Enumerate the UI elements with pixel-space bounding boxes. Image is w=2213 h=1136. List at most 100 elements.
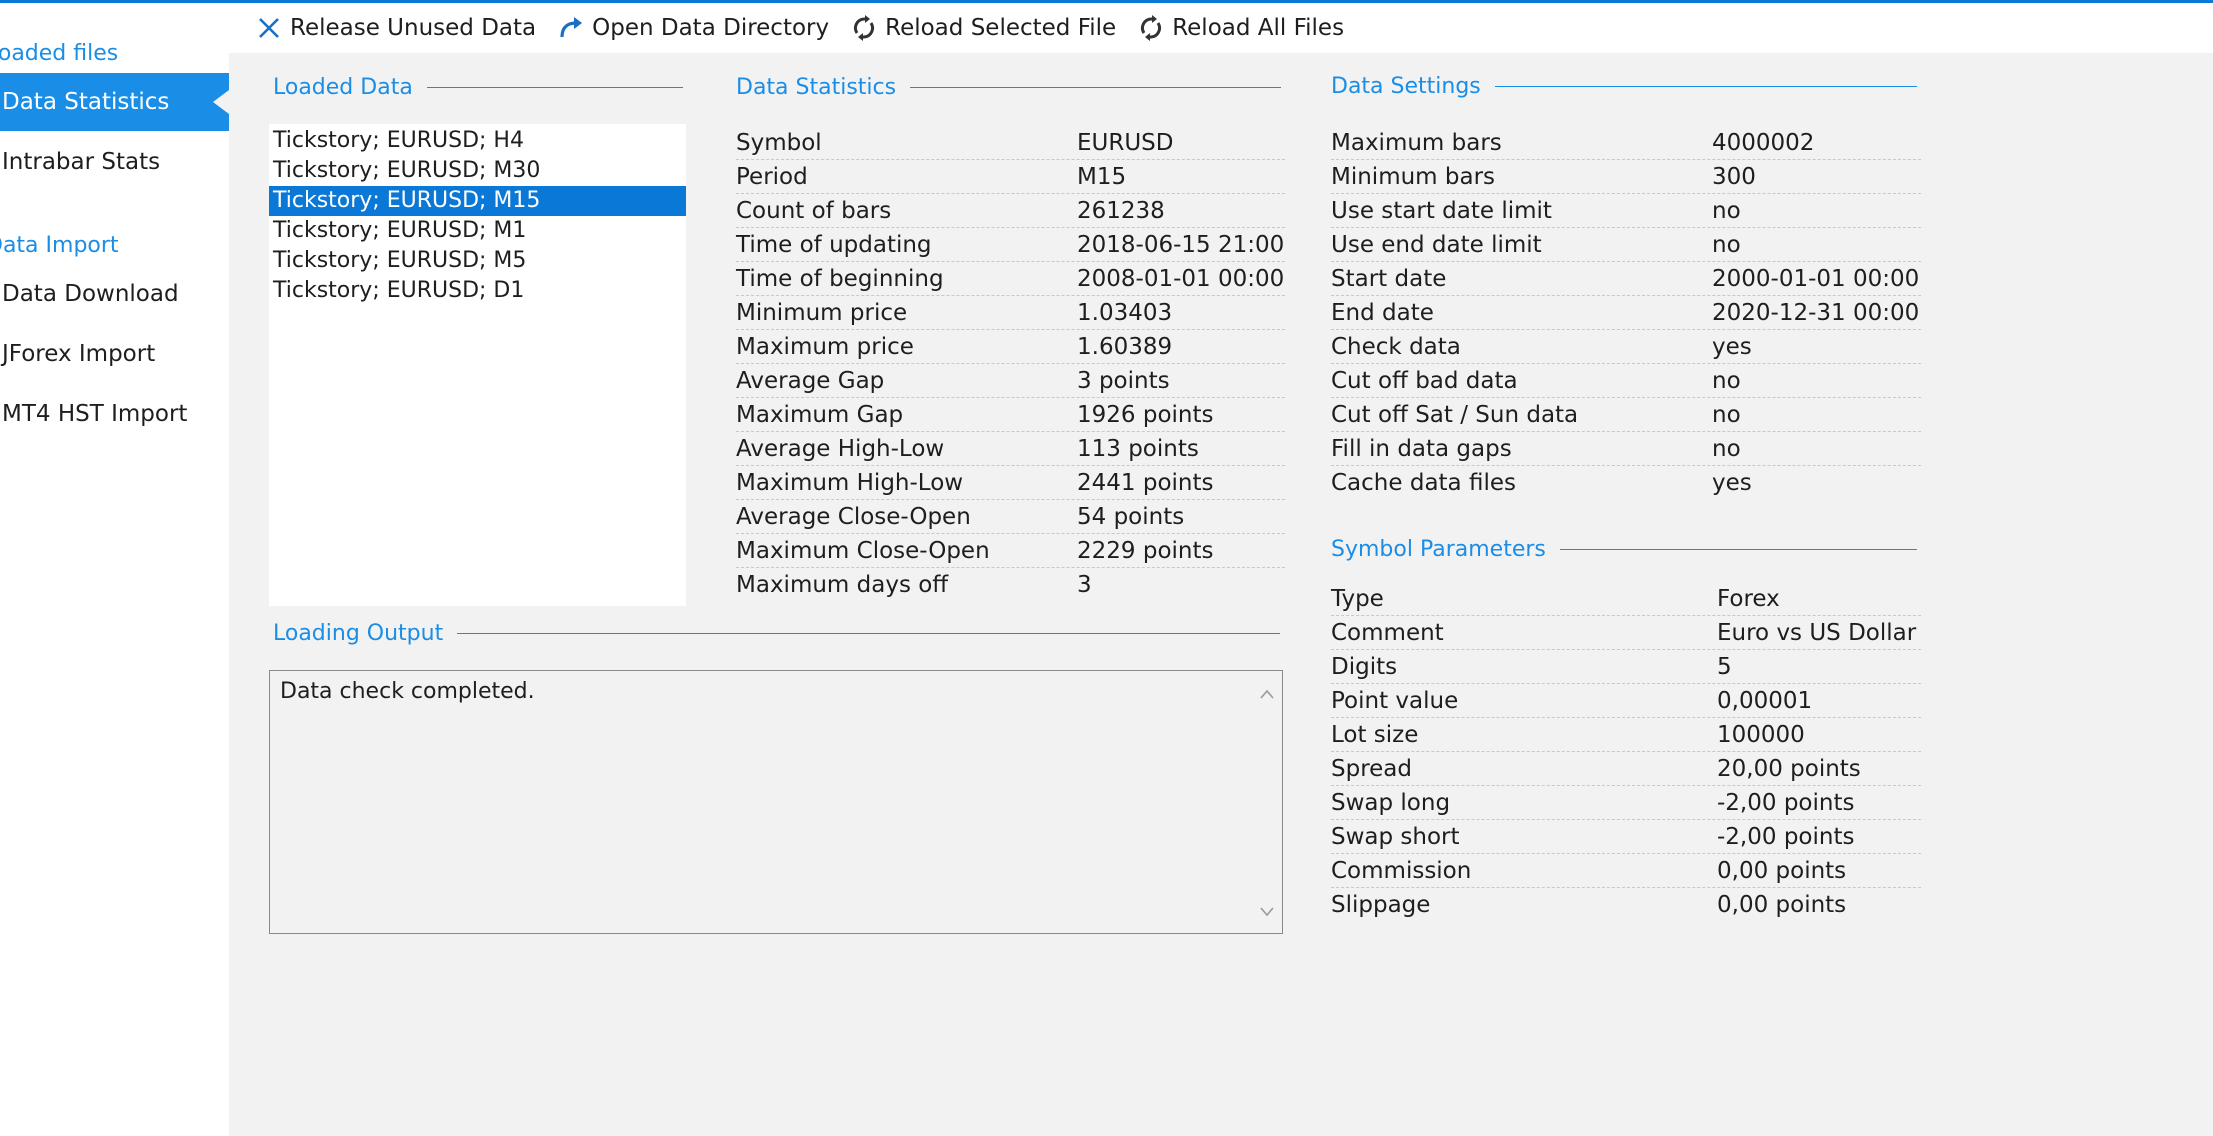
reload-all-files-label: Reload All Files — [1172, 15, 1345, 41]
row-value: 20,00 points — [1717, 756, 1861, 782]
table-row: Digits 5 — [1331, 650, 1921, 684]
table-row: Spread 20,00 points — [1331, 752, 1921, 786]
row-key: Point value — [1331, 688, 1459, 714]
table-row: Maximum price 1.60389 — [736, 330, 1285, 364]
row-key: Comment — [1331, 620, 1444, 646]
row-key: Maximum bars — [1331, 130, 1502, 156]
loading-output-text: Data check completed. — [280, 679, 535, 704]
table-row: Check data yes — [1331, 330, 1921, 364]
row-key: Cache data files — [1331, 470, 1516, 496]
table-row: Average Gap 3 points — [736, 364, 1285, 398]
row-value: no — [1712, 368, 1741, 394]
row-value: 100000 — [1717, 722, 1805, 748]
symbol-parameters-table: Type Forex Comment Euro vs US Dollar Digits 5… — [1331, 582, 1921, 922]
row-key: Type — [1331, 586, 1384, 612]
list-item[interactable]: Tickstory; EURUSD; D1 — [269, 276, 686, 306]
table-row: Maximum days off 3 — [736, 568, 1285, 602]
row-key: Commission — [1331, 858, 1472, 884]
row-value: no — [1712, 232, 1741, 258]
row-key: Average High-Low — [736, 436, 945, 462]
row-key: Cut off Sat / Sun data — [1331, 402, 1579, 428]
table-row: Swap long -2,00 points — [1331, 786, 1921, 820]
table-row: Time of beginning 2008-01-01 00:00 — [736, 262, 1285, 296]
row-value: M15 — [1077, 164, 1127, 190]
scroll-up-icon[interactable] — [1252, 679, 1282, 709]
table-row: Commission 0,00 points — [1331, 854, 1921, 888]
table-row: Average Close-Open 54 points — [736, 500, 1285, 534]
sidebar-item-data-statistics[interactable]: Data Statistics — [0, 73, 229, 131]
table-row: Lot size 100000 — [1331, 718, 1921, 752]
data-statistics-title: Data Statistics — [736, 75, 897, 100]
table-row: Maximum Gap 1926 points — [736, 398, 1285, 432]
row-value: 4000002 — [1712, 130, 1815, 156]
list-item[interactable]: Tickstory; EURUSD; M1 — [269, 216, 686, 246]
list-item[interactable]: Tickstory; EURUSD; H4 — [269, 126, 686, 156]
reload-selected-file-button[interactable]: Reload Selected File — [849, 13, 1116, 43]
sidebar-item-data-download[interactable]: Data Download — [0, 265, 229, 323]
table-row: Start date 2000-01-01 00:00 — [1331, 262, 1921, 296]
row-key: Average Close-Open — [736, 504, 971, 530]
row-key: Check data — [1331, 334, 1461, 360]
scroll-down-icon[interactable] — [1252, 897, 1282, 927]
row-value: no — [1712, 402, 1741, 428]
row-key: Start date — [1331, 266, 1447, 292]
row-value: 300 — [1712, 164, 1756, 190]
row-key: Maximum price — [736, 334, 914, 360]
table-row: Fill in data gaps no — [1331, 432, 1921, 466]
row-key: Lot size — [1331, 722, 1419, 748]
row-value: 1.03403 — [1077, 300, 1173, 326]
row-value: no — [1712, 198, 1741, 224]
row-value: 261238 — [1077, 198, 1165, 224]
row-value: Euro vs US Dollar — [1717, 620, 1917, 646]
reload-selected-file-label: Reload Selected File — [885, 15, 1117, 41]
output-scrollbar[interactable] — [1252, 671, 1282, 933]
table-row: Type Forex — [1331, 582, 1921, 616]
row-key: Period — [736, 164, 808, 190]
open-data-directory-label: Open Data Directory — [592, 15, 830, 41]
loaded-data-list[interactable]: Tickstory; EURUSD; H4 Tickstory; EURUSD;… — [269, 124, 686, 606]
row-key: Maximum days off — [736, 572, 949, 598]
row-key: Symbol — [736, 130, 822, 156]
section-divider — [1494, 86, 1917, 87]
row-key: Swap long — [1331, 790, 1451, 816]
sidebar-item-intrabar-stats[interactable]: Intrabar Stats — [0, 133, 229, 191]
row-value: 2441 points — [1077, 470, 1214, 496]
table-row: Symbol EURUSD — [736, 126, 1285, 160]
section-divider — [910, 87, 1281, 88]
row-key: Digits — [1331, 654, 1398, 680]
row-key: End date — [1331, 300, 1434, 326]
release-unused-data-button[interactable]: Release Unused Data — [254, 13, 536, 43]
row-value: -2,00 points — [1717, 824, 1855, 850]
symbol-parameters-title: Symbol Parameters — [1331, 537, 1546, 562]
table-row: Slippage 0,00 points — [1331, 888, 1921, 922]
section-divider — [426, 87, 683, 88]
open-data-directory-button[interactable]: Open Data Directory — [556, 13, 829, 43]
row-value: EURUSD — [1077, 130, 1174, 156]
table-row: Count of bars 261238 — [736, 194, 1285, 228]
sidebar-item-mt4-hst-import[interactable]: MT4 HST Import — [0, 385, 229, 443]
table-row: End date 2020-12-31 00:00 — [1331, 296, 1921, 330]
table-row: Maximum High-Low 2441 points — [736, 466, 1285, 500]
row-key: Use end date limit — [1331, 232, 1542, 258]
row-value: 2229 points — [1077, 538, 1214, 564]
sidebar-group-loaded-files: Loaded files — [0, 41, 119, 66]
table-row: Use start date limit no — [1331, 194, 1921, 228]
table-row: Use end date limit no — [1331, 228, 1921, 262]
row-value: 2020-12-31 00:00 — [1712, 300, 1920, 326]
row-value: 113 points — [1077, 436, 1199, 462]
row-key: Maximum High-Low — [736, 470, 964, 496]
row-value: yes — [1712, 334, 1752, 360]
sidebar-item-jforex-import[interactable]: JForex Import — [0, 325, 229, 383]
row-key: Slippage — [1331, 892, 1431, 918]
list-item[interactable]: Tickstory; EURUSD; M5 — [269, 246, 686, 276]
loading-output-box[interactable]: Data check completed. — [269, 670, 1283, 934]
row-value: 1.60389 — [1077, 334, 1173, 360]
reload-all-files-button[interactable]: Reload All Files — [1136, 13, 1344, 43]
row-key: Minimum price — [736, 300, 908, 326]
list-item[interactable]: Tickstory; EURUSD; M30 — [269, 156, 686, 186]
row-key: Fill in data gaps — [1331, 436, 1512, 462]
table-row: Point value 0,00001 — [1331, 684, 1921, 718]
row-key: Average Gap — [736, 368, 885, 394]
row-value: 5 — [1717, 654, 1732, 680]
list-item-selected[interactable]: Tickstory; EURUSD; M15 — [269, 186, 686, 216]
